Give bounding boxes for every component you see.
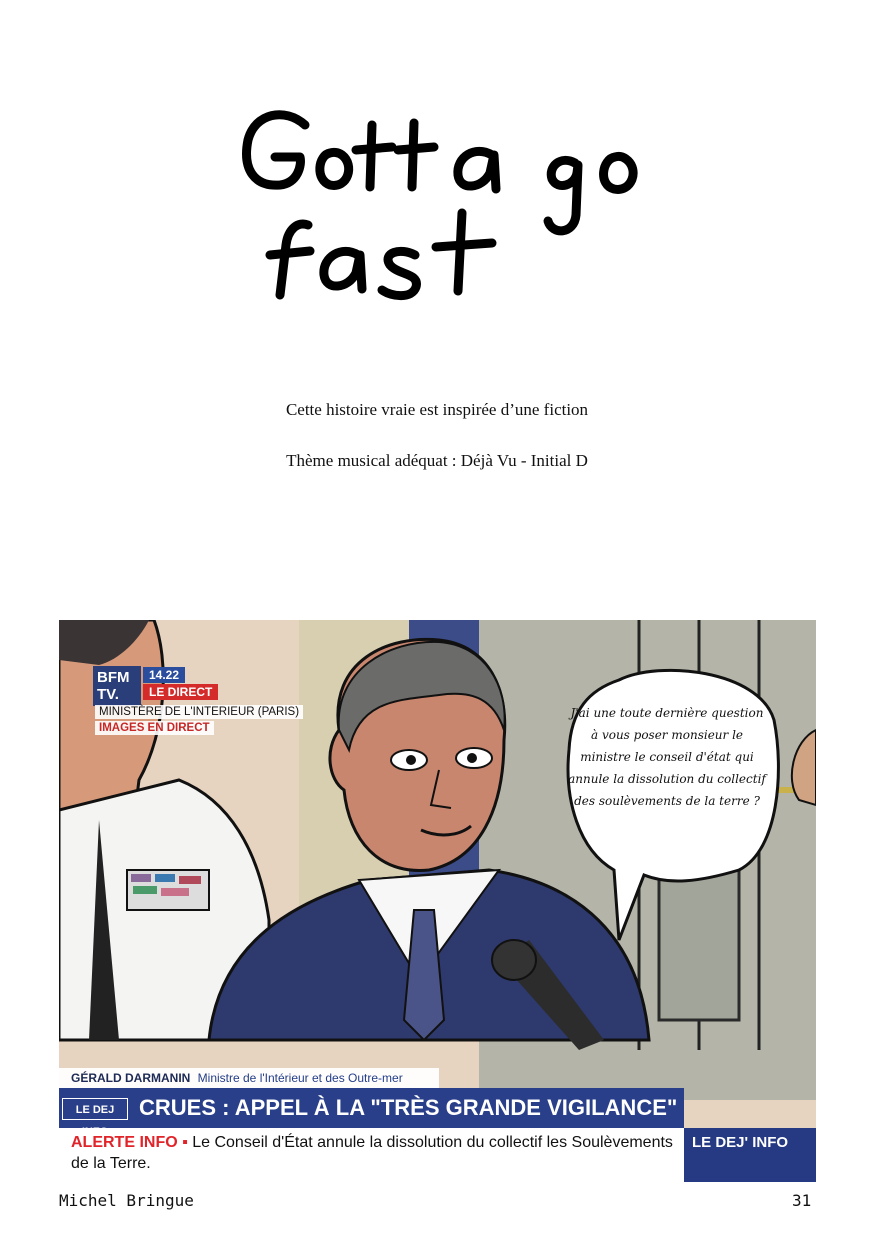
handwritten-title bbox=[230, 95, 670, 310]
alert-label: ALERTE INFO ▪ bbox=[71, 1134, 188, 1151]
speaker-name-strip: GÉRALD DARMANIN Ministre de l'Intérieur … bbox=[59, 1068, 439, 1088]
page-number: 31 bbox=[792, 1191, 812, 1210]
caption-inspiration: Cette histoire vraie est inspirée d’une … bbox=[285, 400, 589, 419]
bfm-time: 14.22 bbox=[143, 667, 186, 683]
show-logo: LE DEJ INFO bbox=[62, 1098, 128, 1138]
speech-bubble-text: J'ai une toute dernière question à vous … bbox=[568, 706, 766, 808]
alert-box: ALERTE INFO ▪ Le Conseil d'État annule l… bbox=[59, 1128, 684, 1182]
bfm-location: MINISTÈRE DE L'INTERIEUR (PARIS) bbox=[95, 705, 304, 719]
dej-info-label: LE DEJ' INFO bbox=[692, 1134, 789, 1151]
speaker-role: Ministre de l'Intérieur et des Outre-mer bbox=[197, 1071, 403, 1085]
bfm-live-label: IMAGES EN DIRECT bbox=[95, 721, 214, 735]
news-lower-third: GÉRALD DARMANIN Ministre de l'Intérieur … bbox=[59, 1068, 816, 1182]
alert-message: ALERTE INFO ▪ Le Conseil d'État annule l… bbox=[71, 1132, 681, 1174]
dej-info-box: LE DEJ' INFO bbox=[684, 1128, 816, 1182]
speaker-name: GÉRALD DARMANIN bbox=[71, 1071, 191, 1085]
headline-bar: LE DEJ INFO CRUES : APPEL À LA "TRÈS GRA… bbox=[59, 1088, 684, 1138]
caption-music: Thème musical adéquat : Déjà Vu - Initia… bbox=[286, 451, 588, 470]
headline-text: CRUES : APPEL À LA "TRÈS GRANDE VIGILANC… bbox=[139, 1095, 678, 1120]
bfm-logo: BFM TV. bbox=[93, 666, 141, 706]
bfm-direct-badge: LE DIRECT bbox=[143, 684, 219, 700]
tv-news-illustration: BFM TV. 14.22 LE DIRECT MINISTÈRE DE L'I… bbox=[59, 620, 816, 1182]
author-name: Michel Bringue bbox=[59, 1191, 194, 1210]
